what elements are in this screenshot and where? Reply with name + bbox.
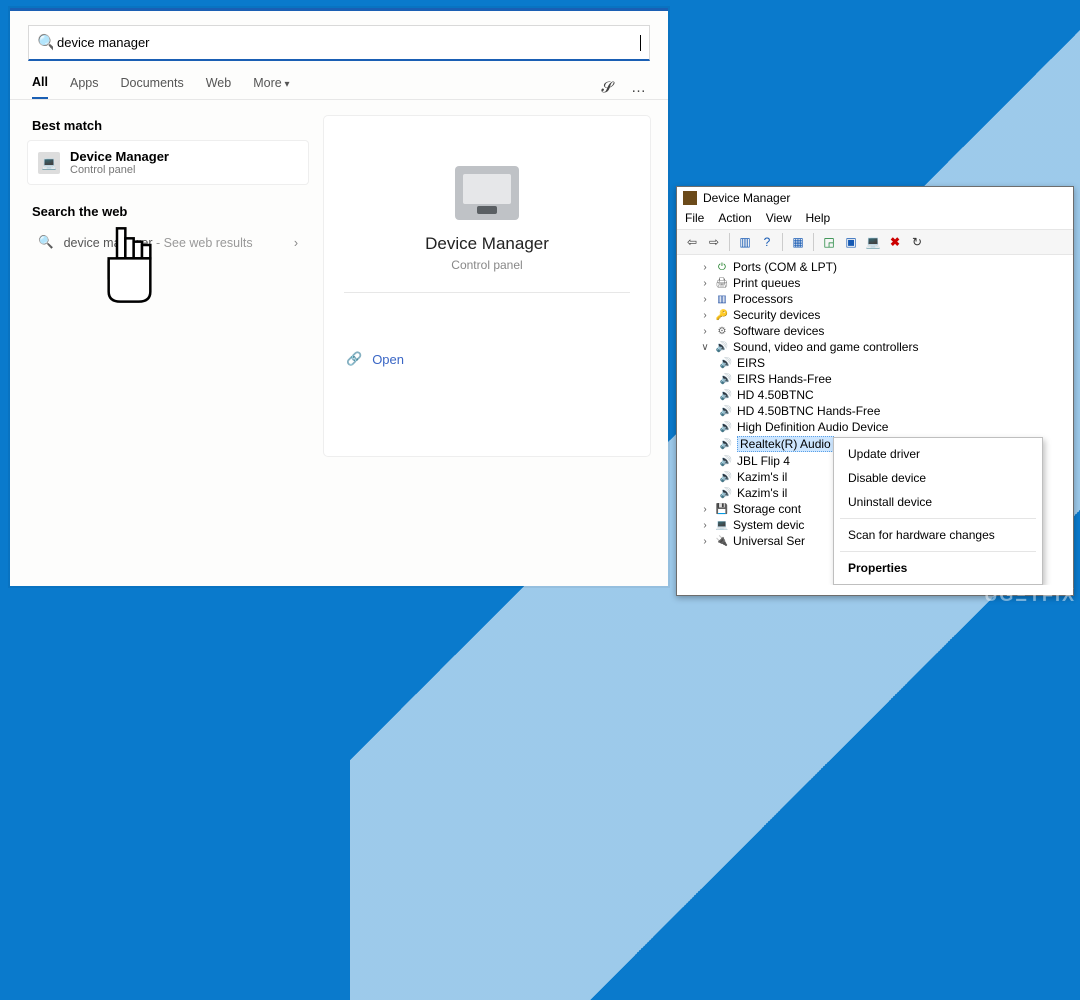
search-box[interactable]: 🔍: [28, 25, 650, 61]
uninstall-icon[interactable]: ✖: [886, 233, 904, 251]
tab-web[interactable]: Web: [206, 76, 231, 98]
ctx-uninstall-device[interactable]: Uninstall device: [834, 490, 1042, 514]
web-action: See web results: [164, 236, 253, 250]
help-icon[interactable]: ?: [758, 233, 776, 251]
web-result-row[interactable]: 🔍 device manager - See web results ›: [28, 227, 308, 258]
sound-child[interactable]: 🔊EIRS Hands-Free: [685, 371, 1071, 387]
tab-all[interactable]: All: [32, 75, 48, 99]
search-web-label: Search the web: [32, 204, 308, 219]
preview-subtitle: Control panel: [344, 258, 630, 272]
ctx-properties[interactable]: Properties: [834, 556, 1042, 580]
best-match-label: Best match: [32, 118, 308, 133]
search-icon: 🔍: [37, 33, 53, 53]
result-preview-pane: Device Manager Control panel 🔗 Open: [324, 116, 650, 456]
chevron-right-icon: ›: [294, 236, 298, 250]
best-match-result[interactable]: 💻 Device Manager Control panel: [28, 141, 308, 184]
web-query: device manager: [64, 236, 153, 250]
props-icon[interactable]: ▦: [789, 233, 807, 251]
sound-child[interactable]: 🔊HD 4.50BTNC: [685, 387, 1071, 403]
node-print-queues[interactable]: ›🖨Print queues: [685, 275, 1071, 291]
tab-documents[interactable]: Documents: [120, 76, 183, 98]
window-titlebar[interactable]: Device Manager: [677, 187, 1073, 209]
device-manager-icon: 💻: [38, 152, 60, 174]
update-icon[interactable]: ▣: [842, 233, 860, 251]
menu-bar: File Action View Help: [677, 209, 1073, 229]
open-label: Open: [372, 352, 404, 367]
menu-file[interactable]: File: [685, 211, 704, 225]
menu-action[interactable]: Action: [718, 211, 751, 225]
node-sound[interactable]: ∨🔊Sound, video and game controllers: [685, 339, 1071, 355]
node-processors[interactable]: ›▥Processors: [685, 291, 1071, 307]
best-match-title: Device Manager: [70, 149, 169, 164]
search-tabs: All Apps Documents Web More 𝓢 …: [10, 75, 668, 99]
ctx-disable-device[interactable]: Disable device: [834, 466, 1042, 490]
ctx-scan-hardware[interactable]: Scan for hardware changes: [834, 523, 1042, 547]
sound-child[interactable]: 🔊HD 4.50BTNC Hands-Free: [685, 403, 1071, 419]
best-match-subtitle: Control panel: [70, 164, 169, 176]
device-manager-large-icon: [455, 166, 519, 220]
search-input[interactable]: [53, 29, 642, 56]
screen-icon[interactable]: 💻: [864, 233, 882, 251]
context-menu: Update driver Disable device Uninstall d…: [833, 437, 1043, 585]
scanhw-icon[interactable]: ↻: [908, 233, 926, 251]
forward-icon[interactable]: ⇨: [705, 233, 723, 251]
back-icon[interactable]: ⇦: [683, 233, 701, 251]
node-software[interactable]: ›⚙Software devices: [685, 323, 1071, 339]
node-ports[interactable]: ›⏻Ports (COM & LPT): [685, 259, 1071, 275]
watermark: UGΞTFİX: [984, 585, 1076, 606]
device-manager-window: Device Manager File Action View Help ⇦ ⇨…: [676, 186, 1074, 596]
device-tree[interactable]: ›⏻Ports (COM & LPT) ›🖨Print queues ›▥Pro…: [677, 255, 1073, 585]
menu-view[interactable]: View: [766, 211, 792, 225]
show-icon[interactable]: ▥: [736, 233, 754, 251]
ctx-update-driver[interactable]: Update driver: [834, 442, 1042, 466]
window-title: Device Manager: [703, 191, 790, 205]
node-security[interactable]: ›🔑Security devices: [685, 307, 1071, 323]
toolbar: ⇦ ⇨ ▥ ? ▦ ◲ ▣ 💻 ✖ ↻: [677, 229, 1073, 255]
share-icon[interactable]: 𝓢: [601, 79, 613, 96]
windows-search-panel: 🔍 All Apps Documents Web More 𝓢 … Best m…: [10, 8, 668, 586]
sound-child[interactable]: 🔊High Definition Audio Device: [685, 419, 1071, 435]
preview-title: Device Manager: [344, 234, 630, 254]
sound-child[interactable]: 🔊EIRS: [685, 355, 1071, 371]
more-icon[interactable]: …: [631, 79, 646, 96]
scan-icon[interactable]: ◲: [820, 233, 838, 251]
menu-help[interactable]: Help: [806, 211, 831, 225]
open-icon: 🔗: [346, 351, 362, 367]
devmgr-title-icon: [683, 191, 697, 205]
open-action[interactable]: 🔗 Open: [344, 345, 630, 373]
tab-apps[interactable]: Apps: [70, 76, 99, 98]
search-icon: 🔍: [38, 235, 54, 250]
tab-more[interactable]: More: [253, 76, 289, 98]
